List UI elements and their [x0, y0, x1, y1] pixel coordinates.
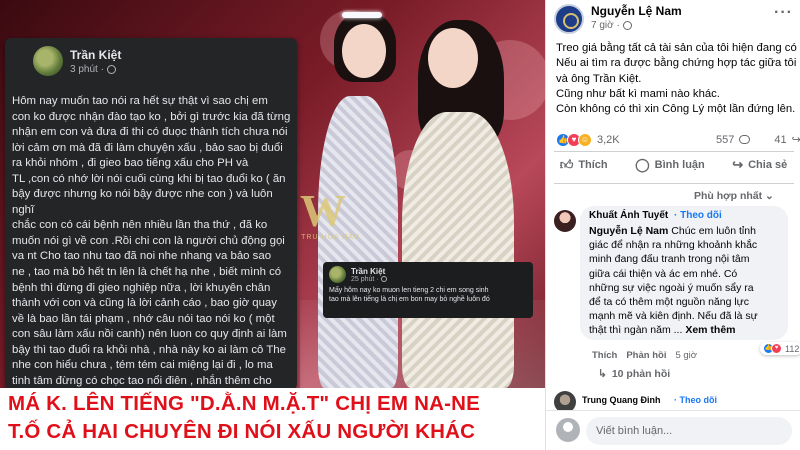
text-line: và ông Trần Kiệt. — [556, 72, 642, 85]
text-line: nhận em con và đưa đi thi có đuọc thành … — [12, 126, 288, 139]
mention-link[interactable]: Nguyễn Lệ Nam — [589, 225, 668, 237]
screenshot-root: W TỰ TRU HOA HẬU Trần Kiệt 3 phút · Hôm … — [0, 0, 800, 450]
text-line: bậy được nhưng ko nói bậy được nhe con )… — [12, 188, 273, 216]
text-line: mạnh mẽ và kiên định. Nếu đã là sự — [589, 310, 758, 323]
reaction-count: 3,2K — [597, 134, 620, 146]
avatar — [329, 266, 346, 283]
text-line: giữa cái thiện và ác em nhé. Có — [589, 267, 738, 280]
headline-line-2: T.Ố CẢ HAI CHUYÊN ĐI NÓI XẤU NGƯỜI KHÁC — [8, 420, 476, 443]
text-line: nhe con hiểu chưa , tém tém cai miệng lạ… — [12, 359, 273, 372]
text-line: va nt Cho tao nhu tao đã noi nhe nhang v… — [12, 250, 272, 263]
thumbs-up-icon: 👍︎ — [559, 157, 574, 172]
text-line: Cũng như bất kì mami nào khác. — [556, 87, 720, 100]
heart-icon: ♥ — [771, 343, 782, 354]
comment-reaction-count: 112 — [785, 343, 800, 354]
text-line: muốn nói gì về con .Rồi chi con là người… — [12, 234, 285, 247]
text-line: thành với con và cũng là lời cảnh cáo , … — [12, 297, 277, 310]
text-line: Treo giá bằng tất cả tài sản của tôi hiệ… — [556, 42, 800, 54]
post-screenshot-main: Trần Kiệt 3 phút · Hôm nay muốn tao nói … — [5, 38, 297, 449]
author-avatar[interactable] — [554, 4, 584, 34]
text-line: minh đang đấu tranh trong nội tâm — [589, 253, 750, 266]
post-body: Treo giá bằng tất cả tài sản của tôi hiệ… — [556, 41, 800, 117]
commenter-name[interactable]: Khuất Ánh Tuyết — [589, 210, 668, 221]
comment-time: 5 giờ — [675, 350, 698, 361]
text-line: thật thì ngàn năm ... — [589, 324, 683, 337]
text-line: những sự việc ngoài ý muốn sẩy ra — [589, 281, 754, 294]
follow-link[interactable]: · Theo dõi — [674, 395, 717, 405]
text-line: con sâu làm xấu nồi canh) nên luon co qu… — [12, 328, 287, 341]
text-line: TL ,con có nhớ lời nói cuối cùng khi bị … — [12, 172, 286, 185]
comment-composer — [546, 410, 800, 450]
share-arrow-icon: ↪ — [791, 134, 800, 146]
comment-text: Nguyễn Lệ Nam Chúc em luôn tỉnh giác để n… — [589, 224, 784, 338]
share-button[interactable]: ↪ Chia sẻ — [732, 157, 787, 173]
text-line: Còn không có thì xin Công Lý một lần đứn… — [556, 103, 796, 116]
text-line: lời cảm ơn mà đã đi làm chuyện xấu , bảo… — [12, 141, 283, 154]
comment-bubble-icon — [739, 135, 751, 144]
text-line: bệnh thì đừng đi gieo nghiệp nữa , lời k… — [12, 281, 271, 294]
globe-icon — [380, 276, 387, 282]
share-icon: ↪ — [732, 157, 744, 172]
text-line: Hôm nay muốn tao nói ra hết sự thật vì s… — [12, 95, 268, 107]
follow-link[interactable]: · Theo dõi — [674, 210, 722, 221]
post-author: Trần Kiệt — [70, 47, 122, 62]
reaction-summary[interactable]: 👍 ♥ ☺ 3,2K — [556, 133, 620, 147]
comment-count[interactable]: 557 — [716, 134, 734, 146]
text-line: tao mà lên tiếng là chị em bon may bỏ ng… — [329, 296, 490, 303]
headline-banner: MÁ K. LÊN TIẾNG "D.Ằ.N M.Ặ.T" CHỊ EM NA-… — [0, 388, 545, 450]
text-line: giác để nhận ra những khoảnh khắc — [589, 239, 758, 252]
haha-icon: ☺ — [578, 133, 592, 147]
comment-reply-button[interactable]: Phản hồi — [626, 350, 666, 361]
divider — [554, 151, 794, 152]
text-line: Nếu ai tìm ra được bằng chứng hợp tác gi… — [556, 57, 797, 70]
text-line: ne , tao mà bỏ hết tn lên là chết hạ nhe… — [12, 266, 282, 279]
comment-reactions[interactable]: 👍 ♥ 112 — [760, 342, 800, 355]
text-line: ra khỏi nhóm , đi gieo bao tiếng xấu cho… — [12, 157, 249, 170]
comment-like-button[interactable]: Thích — [592, 350, 617, 361]
post-time: 7 giờ · — [591, 20, 620, 31]
post-author: Trần Kiệt — [351, 266, 386, 276]
globe-icon — [106, 64, 116, 74]
divider — [554, 183, 794, 184]
text-line: về là bao lần tái phạm , nhớ câu nói tao… — [12, 312, 275, 325]
text-line: bậy thì tao đuổi ra khỏi nhà , nhà này k… — [12, 343, 286, 356]
post-time: 25 phút · — [351, 275, 379, 283]
view-replies-button[interactable]: ↳ 10 phản hồi — [598, 368, 670, 380]
share-count[interactable]: 41 — [774, 134, 786, 146]
post-time: 3 phút · — [70, 63, 104, 75]
avatar — [33, 46, 63, 76]
reply-arrow-icon: ↳ — [598, 368, 607, 380]
post-author-link[interactable]: Nguyễn Lệ Nam — [591, 4, 682, 18]
see-more-link[interactable]: Xem thêm — [685, 324, 735, 336]
text-line: con ko được nhận đào tạo ko , bởi gì trư… — [12, 110, 291, 123]
text-line: Mấy hôm nay ko muon len tieng 2 chi em s… — [329, 287, 489, 294]
post-screenshot-small: Trần Kiệt 25 phút · Mấy hôm nay ko muon … — [323, 262, 533, 318]
user-avatar — [556, 418, 580, 442]
like-button[interactable]: 👍︎ Thích — [560, 157, 608, 173]
post-body: Mấy hôm nay ko muon len tieng 2 chi em s… — [329, 286, 527, 304]
post-actions: 👍︎ Thích ◯ Bình luận ↪ Chia sẻ — [546, 157, 800, 173]
commenter-name[interactable]: Trung Quang Đinh — [582, 395, 661, 405]
comment-input[interactable] — [586, 417, 792, 445]
comment-button[interactable]: ◯ Bình luận — [635, 157, 705, 173]
text-line: Chúc em luôn tỉnh — [671, 225, 756, 237]
comment-icon: ◯ — [635, 157, 650, 172]
headline-line-1: MÁ K. LÊN TIẾNG "D.Ằ.N M.Ặ.T" CHỊ EM NA-… — [8, 392, 480, 415]
comment-sort-dropdown[interactable]: Phù hợp nhất ⌄ — [694, 190, 774, 202]
facebook-post-panel: Nguyễn Lệ Nam 7 giờ · ··· Treo giá bằng … — [545, 0, 800, 450]
more-options-button[interactable]: ··· — [774, 4, 793, 22]
thumbnail-image: W TỰ TRU HOA HẬU Trần Kiệt 3 phút · Hôm … — [0, 0, 545, 450]
text-line: chắc con có cái bệnh nên nhiều lần tha t… — [12, 219, 268, 232]
text-line: để ta có thêm một nguồn năng lực — [589, 296, 749, 309]
globe-icon — [622, 21, 632, 30]
commenter-avatar[interactable] — [554, 210, 576, 232]
